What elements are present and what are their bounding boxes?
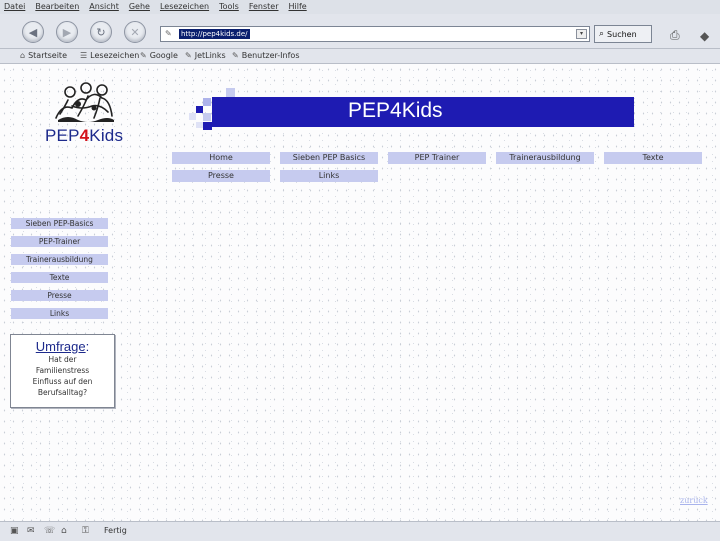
address-book-icon[interactable]: ⌂ <box>61 526 72 536</box>
bookmark-label: Google <box>149 51 178 60</box>
poll-title-text: Umfrage <box>35 339 86 354</box>
poll-question-line: Familienstress <box>35 366 90 375</box>
banner-title: PEP4Kids <box>348 99 443 122</box>
page-icon: ✎ <box>165 29 172 38</box>
url-text[interactable]: http://pep4kids.de/ <box>179 29 250 39</box>
topnav-texte[interactable]: Texte <box>604 152 702 164</box>
poll-title-colon: : <box>85 339 90 354</box>
sidenav-trainerausbildung[interactable]: Trainerausbildung <box>11 254 108 265</box>
url-dropdown-icon[interactable]: ▾ <box>576 29 587 39</box>
security-lock-icon: ⚿ <box>82 526 89 536</box>
status-text: Fertig <box>104 526 127 535</box>
back-button[interactable]: ◀ <box>22 21 44 43</box>
stop-button[interactable]: ✕ <box>124 21 146 43</box>
topnav-presse[interactable]: Presse <box>172 170 270 182</box>
topnav-sieben-pep-basics[interactable]: Sieben PEP Basics <box>280 152 378 164</box>
sidenav-texte[interactable]: Texte <box>11 272 108 283</box>
bookmark-label: Startseite <box>28 51 67 60</box>
search-icon: ⌕ <box>599 29 605 39</box>
bookmarks-icon: ☰ <box>80 51 88 60</box>
logo-prefix: PEP <box>45 126 80 145</box>
topnav-trainerausbildung[interactable]: Trainerausbildung <box>496 152 594 164</box>
menu-gehe[interactable]: Gehe <box>129 2 150 11</box>
menu-ansicht[interactable]: Ansicht <box>89 2 119 11</box>
bookmark-icon: ✎ <box>185 51 192 60</box>
mail-icon[interactable]: ✉ <box>27 526 38 536</box>
bookmark-icon: ✎ <box>140 51 147 60</box>
forward-button[interactable]: ▶ <box>56 21 78 43</box>
topnav-home[interactable]: Home <box>172 152 270 164</box>
poll-question-line: Berufsalltag? <box>37 388 88 397</box>
print-icon[interactable]: ⎙ <box>670 28 692 44</box>
sidenav-pep-trainer[interactable]: PEP-Trainer <box>11 236 108 247</box>
back-arrow-icon: ◀ <box>28 25 38 39</box>
reload-icon: ↻ <box>96 25 106 39</box>
poll-question-line: Einfluss auf den <box>32 377 93 386</box>
menu-hilfe[interactable]: Hilfe <box>289 2 307 11</box>
bookmark-label: Benutzer-Infos <box>241 51 300 60</box>
page-content: PEP4Kids PEP4Kids Home Sieben PEP Basics… <box>0 64 720 521</box>
logo-suffix: Kids <box>89 126 124 145</box>
menu-datei[interactable]: Datei <box>4 2 25 11</box>
poll-title: Umfrage: <box>11 339 114 354</box>
bookmark-benutzer-infos[interactable]: ✎ Benutzer-Infos <box>232 51 299 60</box>
bookmark-lesezeichen[interactable]: ☰ Lesezeichen <box>80 51 139 60</box>
menu-bar: Datei Bearbeiten Ansicht Gehe Lesezeichen Too… <box>0 0 720 14</box>
composer-icon[interactable]: ☏ <box>44 526 55 536</box>
menu-fenster[interactable]: Fenster <box>249 2 279 11</box>
site-logo[interactable]: PEP4Kids <box>45 126 123 146</box>
back-link[interactable]: zurück <box>680 496 708 505</box>
bookmark-startseite[interactable]: ⌂ Startseite <box>20 51 67 60</box>
menu-bearbeiten[interactable]: Bearbeiten <box>35 2 79 11</box>
topnav-links[interactable]: Links <box>280 170 378 182</box>
search-button[interactable]: ⌕ Suchen <box>594 25 652 43</box>
home-icon: ⌂ <box>20 51 26 60</box>
navigation-toolbar: ◀ ▶ ↻ ✕ ✎ http://pep4kids.de/ ▾ ⌕ Suchen… <box>0 14 720 49</box>
menu-lesezeichen[interactable]: Lesezeichen <box>160 2 209 11</box>
forward-arrow-icon: ▶ <box>62 25 72 39</box>
stop-icon: ✕ <box>130 25 140 39</box>
bookmarks-toolbar: ⌂ Startseite ☰ Lesezeichen ✎ Google ✎ JetLin… <box>0 49 720 64</box>
topnav-pep-trainer[interactable]: PEP Trainer <box>388 152 486 164</box>
status-bar: ▣ ✉ ☏ ⌂ ⚿ Fertig <box>0 521 720 541</box>
bookmark-label: JetLinks <box>194 51 226 60</box>
site-banner: PEP4Kids <box>212 97 634 127</box>
poll-box[interactable]: Umfrage: Hat der Familienstress Einfluss… <box>10 334 115 408</box>
family-logo-image <box>55 82 114 122</box>
bookmark-icon: ✎ <box>232 51 239 60</box>
sidenav-sieben-pep-basics[interactable]: Sieben PEP-Basics <box>11 218 108 229</box>
sidenav-presse[interactable]: Presse <box>11 290 108 301</box>
sidenav-links[interactable]: Links <box>11 308 108 319</box>
bookmark-label: Lesezeichen <box>90 51 140 60</box>
menu-tools[interactable]: Tools <box>219 2 239 11</box>
bookmark-google[interactable]: ✎ Google <box>140 51 178 60</box>
bookmark-jetlinks[interactable]: ✎ JetLinks <box>185 51 226 60</box>
navigator-icon[interactable]: ▣ <box>10 526 21 536</box>
poll-question-line: Hat der <box>48 355 77 364</box>
url-bar[interactable]: ✎ http://pep4kids.de/ ▾ <box>160 26 590 42</box>
logo-four: 4 <box>79 126 90 145</box>
throbber-icon: ◆ <box>700 29 710 43</box>
search-label: Suchen <box>607 29 637 39</box>
reload-button[interactable]: ↻ <box>90 21 112 43</box>
